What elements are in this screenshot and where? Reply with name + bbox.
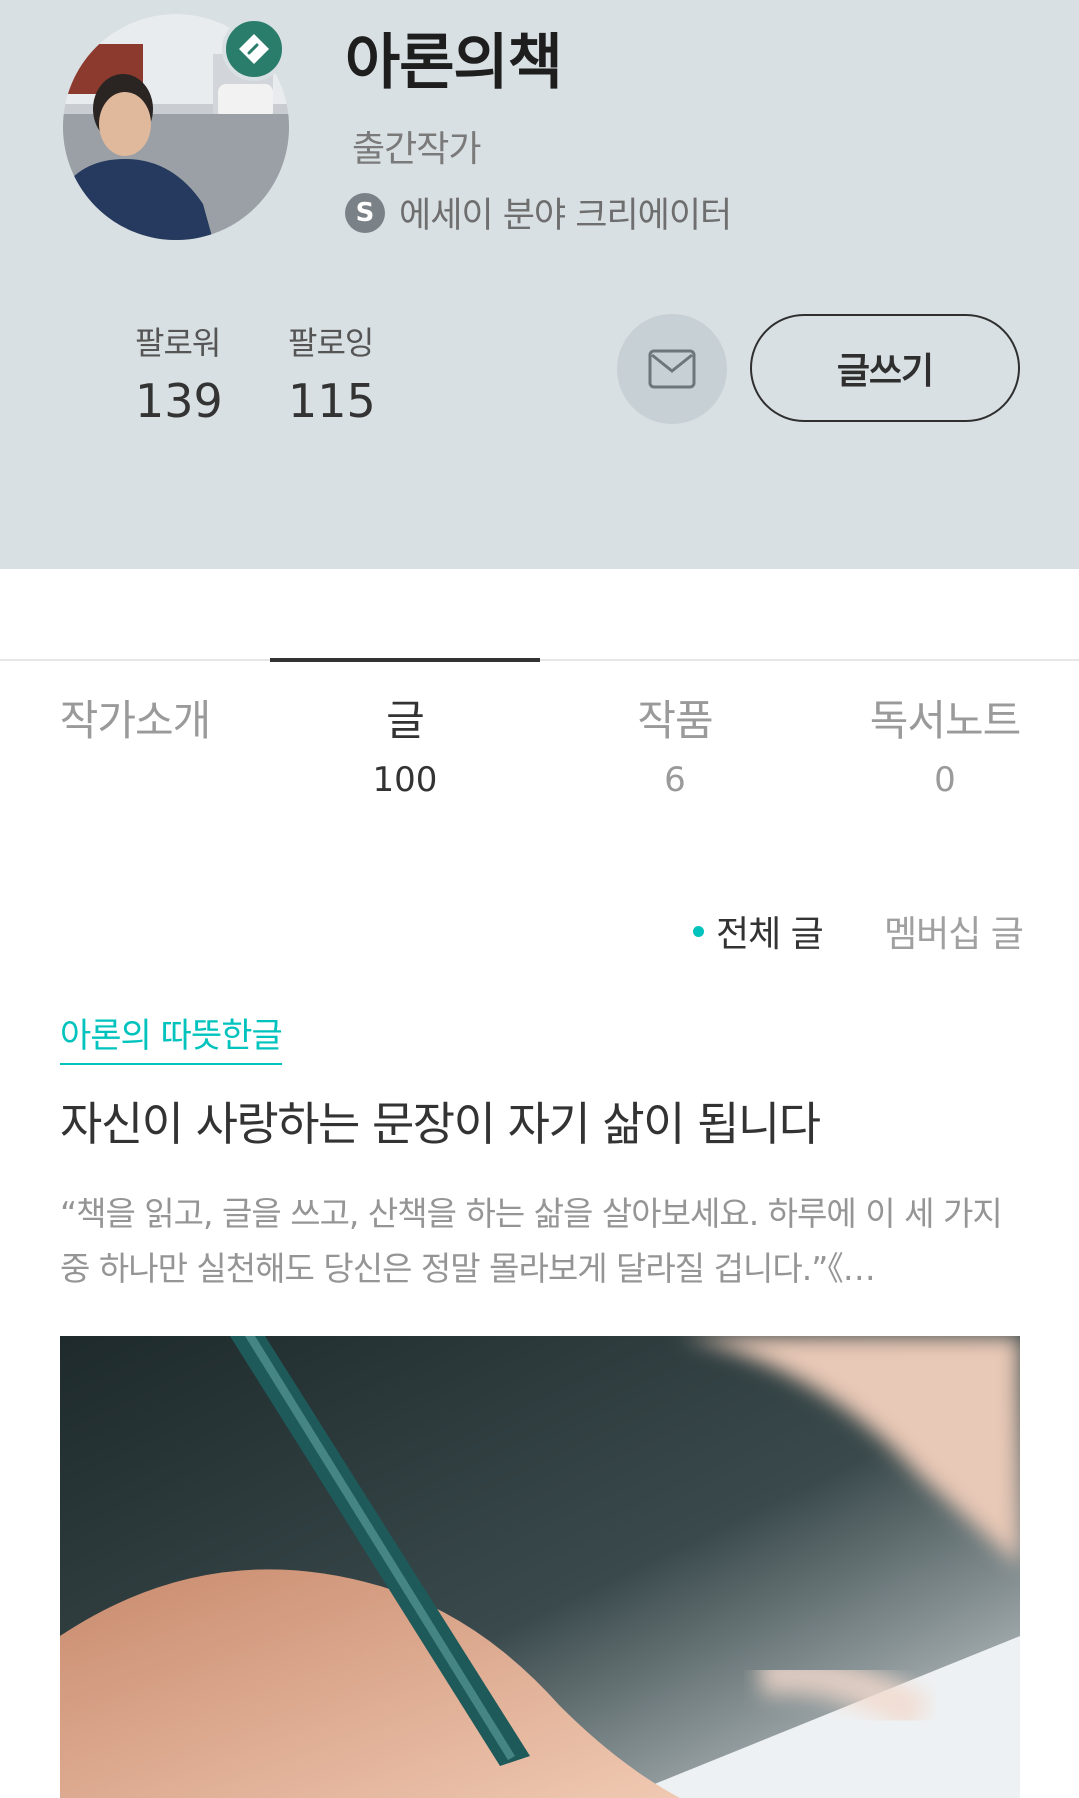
post-excerpt[interactable]: “책을 읽고, 글을 쓰고, 산책을 하는 삶을 살아보세요. 하루에 이 세 … bbox=[60, 1186, 1020, 1296]
following-label: 팔로잉 bbox=[288, 324, 374, 362]
tab-label: 독서노트 bbox=[869, 696, 1022, 745]
filter-all-posts[interactable]: 전체 글 bbox=[693, 905, 824, 957]
followers-stat[interactable]: 팔로워 139 bbox=[135, 318, 223, 428]
followers-label: 팔로워 bbox=[135, 324, 221, 362]
write-button[interactable]: 글쓰기 bbox=[750, 314, 1020, 422]
message-button[interactable] bbox=[617, 314, 727, 424]
active-dot-icon bbox=[693, 925, 704, 937]
filter-membership-posts[interactable]: 멤버십 글 bbox=[884, 905, 1024, 957]
creator-label: 에세이 분야 크리에이터 bbox=[399, 196, 732, 236]
tab-author-intro[interactable]: 작가소개 bbox=[0, 692, 270, 760]
followers-count: 139 bbox=[135, 374, 223, 428]
filter-all-label: 전체 글 bbox=[716, 914, 824, 955]
creator-s-icon: S bbox=[345, 192, 385, 233]
tab-reading-notes[interactable]: 독서노트 0 bbox=[810, 692, 1079, 800]
tab-active-indicator bbox=[270, 658, 540, 662]
filter-membership-label: 멤버십 글 bbox=[884, 914, 1024, 955]
tab-works[interactable]: 작품 6 bbox=[540, 692, 810, 800]
tab-count: 6 bbox=[664, 760, 686, 800]
tab-label: 작가소개 bbox=[59, 696, 212, 745]
tab-posts[interactable]: 글 100 bbox=[270, 692, 540, 800]
tab-count: 100 bbox=[372, 760, 438, 800]
following-count: 115 bbox=[288, 374, 376, 428]
mail-icon bbox=[648, 349, 696, 389]
profile-name: 아론의책 bbox=[345, 28, 563, 98]
post-thumbnail[interactable] bbox=[60, 1336, 1020, 1798]
tab-label: 작품 bbox=[637, 696, 713, 745]
verified-badge-icon bbox=[222, 17, 286, 81]
creator-label-row[interactable]: S 에세이 분야 크리에이터 bbox=[345, 187, 732, 238]
profile-role: 출간작가 bbox=[352, 129, 481, 170]
tab-count: 0 bbox=[934, 760, 956, 800]
post-title[interactable]: 자신이 사랑하는 문장이 자기 삶이 됩니다 bbox=[60, 1088, 821, 1154]
profile-header: 아론의책 출간작가 S 에세이 분야 크리에이터 팔로워 139 팔로잉 115… bbox=[0, 0, 1079, 569]
tab-label: 글 bbox=[386, 696, 425, 745]
post-category[interactable]: 아론의 따뜻한글 bbox=[60, 1008, 283, 1065]
following-stat[interactable]: 팔로잉 115 bbox=[288, 318, 376, 428]
